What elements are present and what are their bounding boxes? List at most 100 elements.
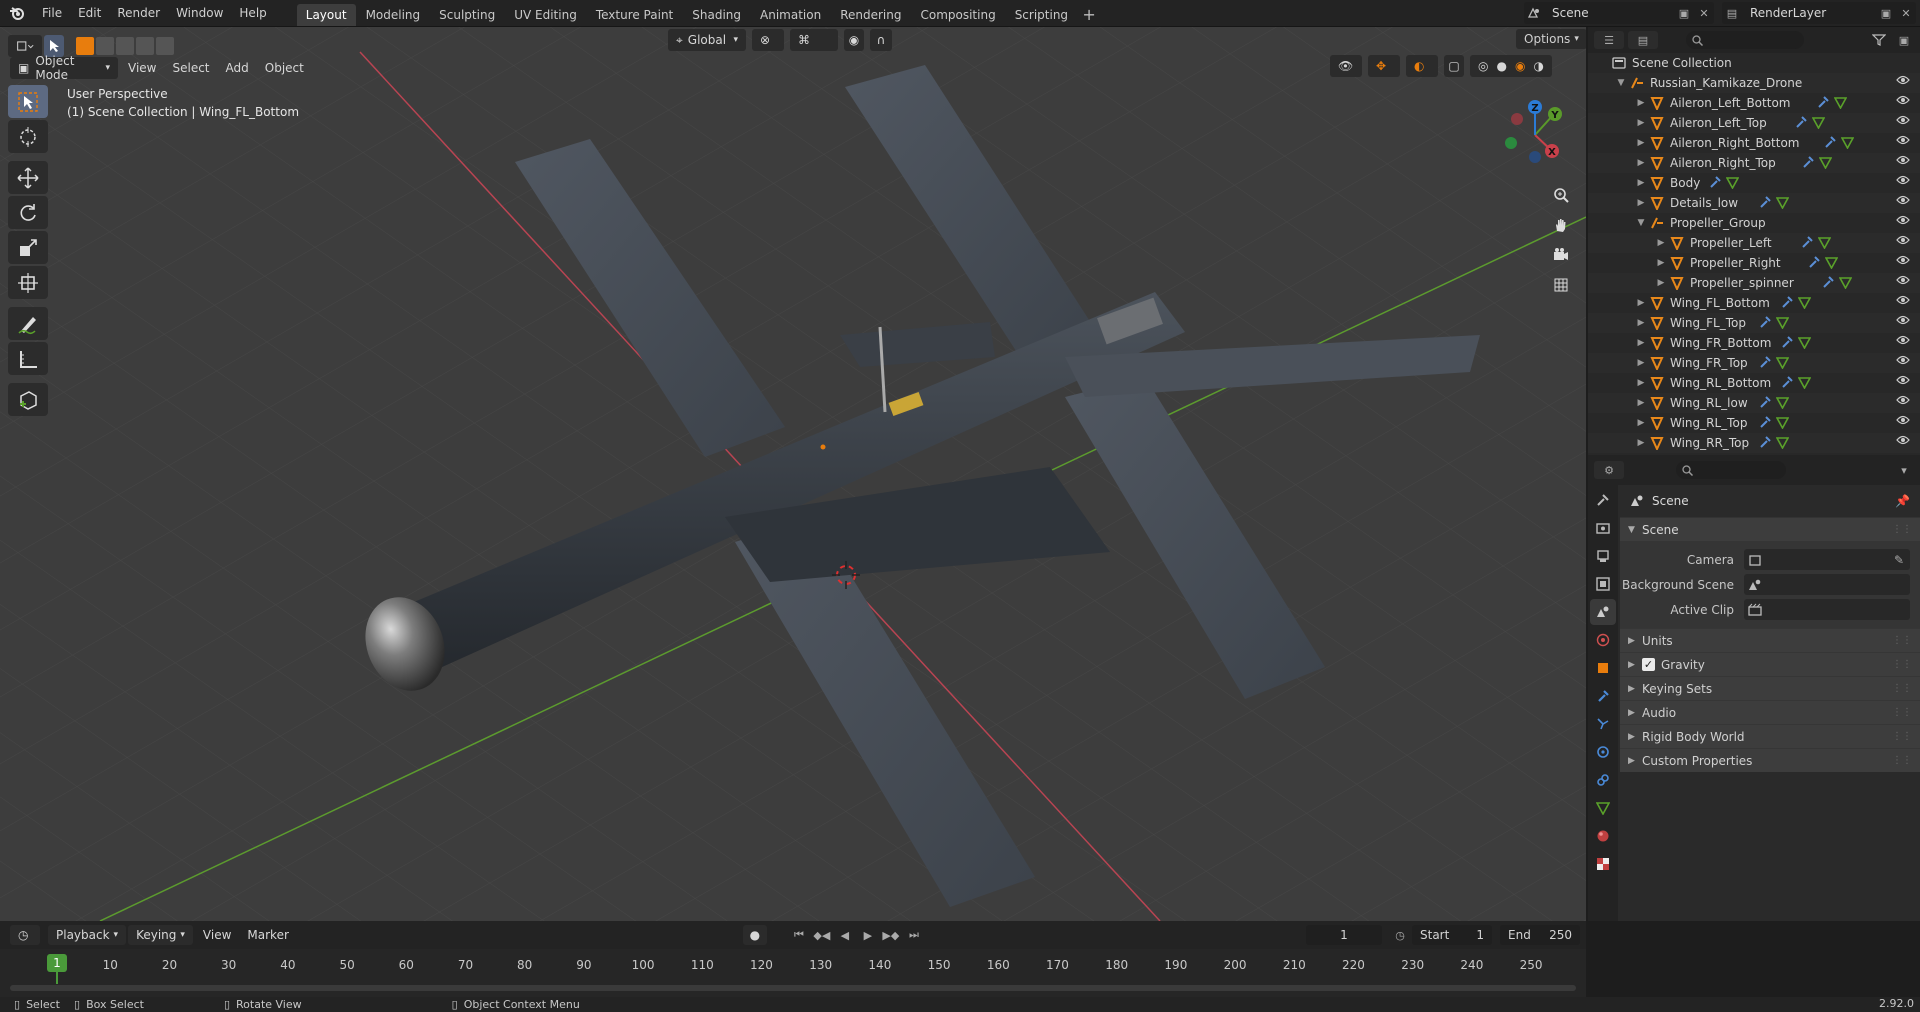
blender-logo-icon[interactable]	[0, 0, 34, 27]
visibility-eye-icon[interactable]	[1896, 295, 1910, 305]
modifier-wrench-icon[interactable]	[1759, 356, 1772, 369]
outliner-item[interactable]: ▶ Aileron_Left_Top	[1588, 113, 1920, 133]
tab-uv-editing[interactable]: UV Editing	[505, 4, 586, 26]
gravity-panel-header[interactable]: ▶ ✓ Gravity ⋮⋮	[1620, 652, 1920, 676]
gizmo-icon[interactable]: ✥	[1368, 55, 1400, 77]
modifier-wrench-icon[interactable]	[1759, 396, 1772, 409]
timeline-scrollbar[interactable]	[10, 985, 1576, 991]
menu-edit[interactable]: Edit	[70, 0, 109, 27]
modifier-wrench-icon[interactable]	[1808, 256, 1821, 269]
modifier-wrench-icon[interactable]	[1817, 96, 1830, 109]
outliner-item[interactable]: ▶ Propeller_Right	[1588, 253, 1920, 273]
timeline-menu-view[interactable]: View	[195, 928, 239, 942]
camera-view-icon[interactable]	[1548, 242, 1574, 268]
mesh-data-icon[interactable]	[1817, 236, 1831, 249]
mesh-data-icon[interactable]	[1841, 136, 1854, 149]
transform-orientation-dropdown[interactable]: ⌖ Global ▾	[668, 29, 746, 51]
render-tab-icon[interactable]	[1590, 515, 1616, 541]
custom-properties-panel-header[interactable]: ▶ Custom Properties ⋮⋮	[1620, 748, 1920, 772]
shading-mode-buttons[interactable]: ◎ ● ◉ ◑	[1470, 55, 1552, 77]
move-tool-icon[interactable]	[8, 161, 48, 194]
expand-arrow-icon[interactable]: ▶	[1634, 338, 1648, 348]
pan-hand-icon[interactable]	[1548, 212, 1574, 238]
texture-tab-icon[interactable]	[1590, 851, 1616, 877]
visibility-icon[interactable]: 👁	[1330, 55, 1362, 77]
mesh-data-icon[interactable]	[1776, 316, 1790, 329]
properties-search-input[interactable]	[1676, 461, 1786, 479]
modifier-wrench-icon[interactable]	[1759, 416, 1772, 429]
expand-arrow-icon[interactable]: ▶	[1654, 238, 1668, 248]
outliner-item-drone[interactable]: ▼ Russian_Kamikaze_Drone	[1588, 73, 1920, 93]
menu-render[interactable]: Render	[109, 0, 168, 27]
proportional-edit-icon[interactable]: ◉	[844, 29, 864, 51]
drag-handle-icon[interactable]: ⋮⋮	[1892, 731, 1912, 742]
xray-icon[interactable]: ▢	[1444, 55, 1464, 77]
overlay-icon[interactable]: ◐	[1406, 55, 1438, 77]
drag-handle-icon[interactable]: ⋮⋮	[1892, 635, 1912, 646]
outliner-scene-collection[interactable]: Scene Collection	[1588, 53, 1920, 73]
vp-menu-select[interactable]: Select	[164, 61, 217, 75]
outliner-item[interactable]: ▶ Wing_FR_Top	[1588, 353, 1920, 373]
rotate-tool-icon[interactable]	[8, 196, 48, 229]
playback-menu[interactable]: Playback ▾	[48, 925, 127, 945]
outliner-item[interactable]: ▶ Aileron_Right_Top	[1588, 153, 1920, 173]
expand-arrow-icon[interactable]: ▼	[1634, 218, 1648, 228]
delete-scene-icon[interactable]: ✕	[1694, 4, 1714, 22]
object-tab-icon[interactable]	[1590, 655, 1616, 681]
expand-arrow-icon[interactable]: ▶	[1634, 318, 1648, 328]
outliner-item[interactable]: ▶ Aileron_Left_Bottom	[1588, 93, 1920, 113]
tab-rendering[interactable]: Rendering	[831, 4, 910, 26]
falloff-icon[interactable]: ∩	[870, 29, 892, 51]
visibility-eye-icon[interactable]	[1896, 215, 1910, 225]
output-tab-icon[interactable]	[1590, 543, 1616, 569]
keying-sets-panel-header[interactable]: ▶ Keying Sets ⋮⋮	[1620, 676, 1920, 700]
play-reverse-icon[interactable]: ◀	[835, 926, 855, 944]
drag-handle-icon[interactable]: ⋮⋮	[1892, 659, 1912, 670]
expand-arrow-icon[interactable]: ▶	[1634, 138, 1648, 148]
measure-tool-icon[interactable]	[8, 342, 48, 375]
outliner-item[interactable]: ▶ Propeller_Left	[1588, 233, 1920, 253]
next-keyframe-icon[interactable]: ▶◆	[881, 926, 901, 944]
modifier-wrench-icon[interactable]	[1822, 276, 1835, 289]
modifier-wrench-icon[interactable]	[1802, 156, 1815, 169]
outliner-item[interactable]: ▶ Wing_RL_Bottom	[1588, 373, 1920, 393]
mesh-data-icon[interactable]	[1797, 296, 1811, 309]
expand-arrow-icon[interactable]: ▼	[1614, 78, 1628, 88]
modifier-wrench-icon[interactable]	[1759, 316, 1772, 329]
active-clip-field[interactable]	[1744, 599, 1910, 620]
outliner-item[interactable]: ▶ Wing_FR_Bottom	[1588, 333, 1920, 353]
select-extend-icon[interactable]	[96, 37, 114, 55]
mesh-data-icon[interactable]	[1725, 176, 1739, 189]
modifier-wrench-icon[interactable]	[1781, 296, 1794, 309]
outliner-item[interactable]: ▼ Propeller_Group	[1588, 213, 1920, 233]
outliner-item[interactable]: ▶ Aileron_Right_Bottom	[1588, 133, 1920, 153]
properties-editor-type-icon[interactable]: ⚙	[1594, 461, 1624, 479]
visibility-eye-icon[interactable]	[1896, 375, 1910, 385]
visibility-eye-icon[interactable]	[1896, 275, 1910, 285]
eyedropper-icon[interactable]: ✎	[1894, 553, 1904, 567]
visibility-eye-icon[interactable]	[1896, 135, 1910, 145]
visibility-eye-icon[interactable]	[1896, 235, 1910, 245]
outliner-item[interactable]: ▶ Details_low	[1588, 193, 1920, 213]
material-shading-icon[interactable]: ◉	[1515, 59, 1525, 73]
display-mode-icon[interactable]: ▤	[1628, 31, 1658, 49]
timeline-menu-marker[interactable]: Marker	[239, 928, 296, 942]
menu-file[interactable]: File	[34, 0, 70, 27]
expand-arrow-icon[interactable]: ▶	[1654, 278, 1668, 288]
physics-tab-icon[interactable]	[1590, 739, 1616, 765]
wireframe-shading-icon[interactable]: ◎	[1478, 59, 1488, 73]
modifier-wrench-icon[interactable]	[1781, 376, 1794, 389]
expand-arrow-icon[interactable]: ▶	[1634, 298, 1648, 308]
expand-arrow-icon[interactable]: ▶	[1634, 378, 1648, 388]
particles-tab-icon[interactable]	[1590, 711, 1616, 737]
world-tab-icon[interactable]	[1590, 627, 1616, 653]
expand-arrow-icon[interactable]: ▶	[1634, 198, 1648, 208]
select-new-icon[interactable]	[76, 37, 94, 55]
visibility-eye-icon[interactable]	[1896, 395, 1910, 405]
jump-end-icon[interactable]: ⏭	[904, 926, 924, 944]
vp-menu-add[interactable]: Add	[218, 61, 257, 75]
timeline-ruler[interactable]: 1 10 20 30 40 50 60 70 80 90 100 110 120 130 140 150 16…	[0, 949, 1586, 997]
prev-keyframe-icon[interactable]: ◆◀	[812, 926, 832, 944]
solid-shading-icon[interactable]: ●	[1497, 59, 1507, 73]
ortho-grid-icon[interactable]	[1548, 272, 1574, 298]
